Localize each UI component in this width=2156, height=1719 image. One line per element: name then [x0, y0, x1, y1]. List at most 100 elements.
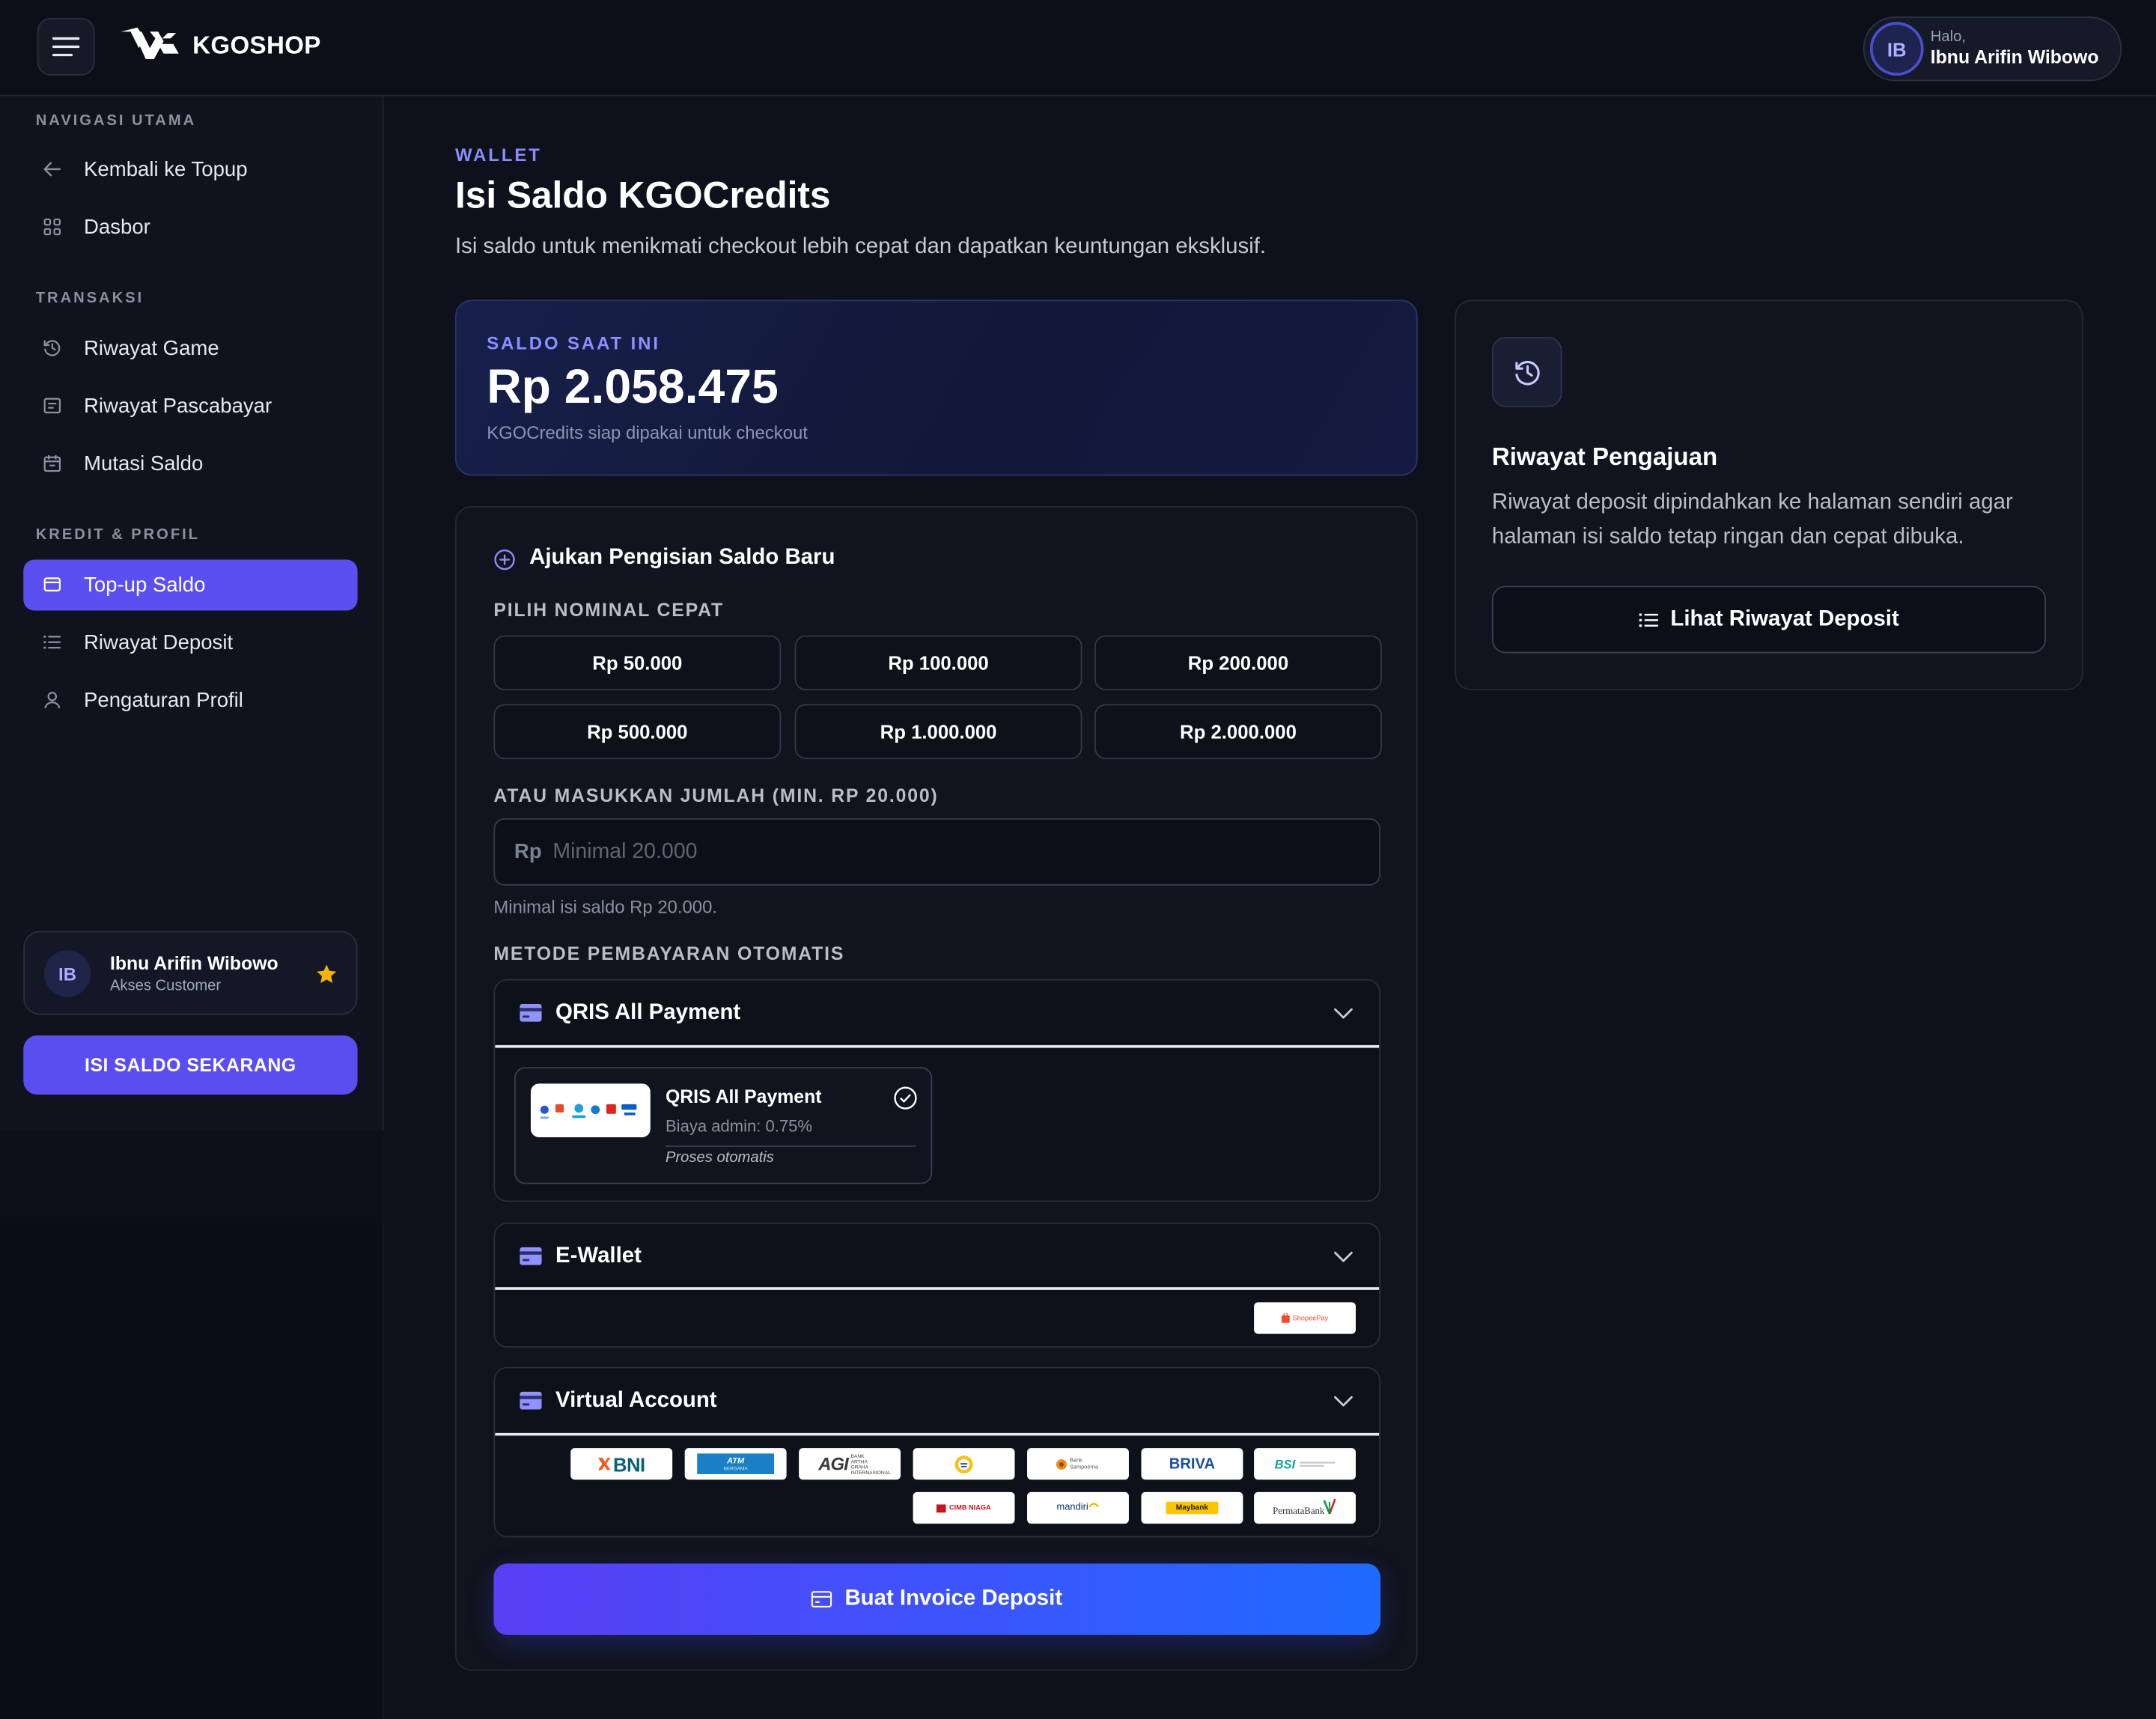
amount-input[interactable] — [552, 819, 1365, 885]
sidebar-item-game-history[interactable]: Riwayat Game — [23, 323, 357, 374]
sidebar-item-deposit-history[interactable]: Riwayat Deposit — [23, 617, 357, 668]
plus-circle-icon — [493, 549, 515, 571]
bank-emblem-logo[interactable] — [913, 1448, 1015, 1480]
payment-group-ewallet: E-Wallet ShopeePay — [493, 1222, 1381, 1348]
shopeepay-logo[interactable]: ShopeePay — [1254, 1302, 1356, 1334]
list-icon — [43, 633, 62, 652]
sidebar-item-label: Riwayat Pascabayar — [84, 394, 272, 418]
briva-logo[interactable]: BRIVA — [1141, 1448, 1243, 1480]
payment-option-name: QRIS All Payment — [665, 1086, 822, 1107]
logo-label: BSI — [1274, 1457, 1296, 1471]
sidebar-section-title: TRANSAKSI — [35, 290, 144, 307]
quick-amount-button[interactable]: Rp 2.000.000 — [1094, 704, 1382, 759]
history-card-description: Riwayat deposit dipindahkan ke halaman s… — [1491, 490, 2013, 549]
sampoerna-logo[interactable]: Bank Sampoerna — [1027, 1448, 1129, 1480]
accordion-title: E-Wallet — [555, 1244, 642, 1268]
balance-note: KGOCredits siap dipakai untuk checkout — [487, 422, 808, 443]
mandiri-logo[interactable]: mandiri — [1027, 1491, 1129, 1524]
logo-sublabel: BANK ARTHA GRAHA INTERNASIONAL — [850, 1452, 891, 1475]
top-bar: KGOSHOP IB Halo, Ibnu Arifin Wibowo — [0, 0, 2156, 97]
history-icon — [43, 338, 62, 358]
accordion-title: QRIS All Payment — [555, 1001, 741, 1025]
sidebar-empty-area — [0, 1223, 384, 1719]
agi-logo[interactable]: AGI BANK ARTHA GRAHA INTERNASIONAL — [799, 1448, 901, 1480]
logo-label: ShopeePay — [1292, 1313, 1329, 1323]
sidebar-item-label: Mutasi Saldo — [84, 451, 204, 475]
sidebar-item-profile-settings[interactable]: Pengaturan Profil — [23, 675, 357, 725]
logo-label: Bank Sampoerna — [1069, 1456, 1098, 1470]
app-root: KGOSHOP IB Halo, Ibnu Arifin Wibowo NAVI… — [0, 0, 2156, 1719]
wallet-icon — [43, 575, 62, 594]
logo-label: Maybank — [1175, 1503, 1209, 1512]
history-icon — [1491, 336, 1562, 407]
sidebar-item-balance-mutation[interactable]: Mutasi Saldo — [23, 438, 357, 489]
topup-now-button[interactable]: ISI SALDO SEKARANG — [23, 1035, 358, 1095]
sidebar-item-dashboard[interactable]: Dasbor — [23, 201, 357, 252]
avatar: IB — [43, 950, 91, 997]
logo-label: AGI — [818, 1453, 849, 1474]
sidebar-item-label: Riwayat Game — [84, 336, 219, 360]
create-deposit-invoice-button[interactable]: Buat Invoice Deposit — [493, 1563, 1381, 1635]
quick-amount-button[interactable]: Rp 200.000 — [1094, 635, 1382, 691]
accordion-header-virtual-account[interactable]: Virtual Account — [495, 1369, 1380, 1436]
balance-amount: Rp 2.058.475 — [487, 360, 779, 414]
quick-amount-button[interactable]: Rp 100.000 — [794, 635, 1082, 691]
bsi-logo[interactable]: BSI — [1254, 1448, 1356, 1480]
accordion-header-ewallet[interactable]: E-Wallet — [495, 1224, 1380, 1290]
payment-group-virtual-account: Virtual Account BNI ATM BERSAMA AGI BANK… — [493, 1366, 1381, 1538]
view-deposit-history-button[interactable]: Lihat Riwayat Deposit — [1491, 585, 2047, 654]
brand-name: KGOSHOP — [192, 31, 321, 59]
chevron-down-icon — [1333, 1393, 1354, 1410]
history-card-title: Riwayat Pengajuan — [1491, 442, 1718, 471]
page-subtitle: Isi saldo untuk menikmati checkout lebih… — [454, 235, 1267, 259]
quick-amount-button[interactable]: Rp 500.000 — [493, 704, 782, 759]
atm-bersama-logo[interactable]: ATM BERSAMA — [684, 1448, 787, 1480]
sidebar-item-postpaid-history[interactable]: Riwayat Pascabayar — [23, 380, 357, 431]
amount-field[interactable]: Rp — [493, 818, 1381, 886]
credit-card-icon — [811, 1591, 832, 1608]
bni-logo[interactable]: BNI — [570, 1448, 673, 1480]
sidebar-item-label: Dasbor — [84, 215, 150, 239]
user-icon — [43, 690, 62, 710]
user-menu[interactable]: IB Halo, Ibnu Arifin Wibowo — [1863, 16, 2122, 82]
balance-card: SALDO SAAT INI Rp 2.058.475 KGOCredits s… — [454, 299, 1418, 476]
permatabank-logo[interactable]: PermataBank — [1254, 1491, 1356, 1524]
kgoshop-logo-icon — [121, 27, 179, 64]
cimb-niaga-logo[interactable]: CIMB NIAGA — [913, 1491, 1015, 1524]
submission-history-card: Riwayat Pengajuan Riwayat deposit dipind… — [1455, 299, 2083, 691]
logo-label: BRIVA — [1169, 1455, 1216, 1473]
sidebar-footer-area — [0, 1130, 383, 1224]
sidebar-section-title: KREDIT & PROFIL — [35, 526, 200, 544]
quick-amount-button[interactable]: Rp 1.000.000 — [794, 704, 1082, 759]
check-circle-icon — [894, 1086, 917, 1110]
brand-logo[interactable]: KGOSHOP — [121, 21, 321, 70]
sidebar-item-label: Kembali ke Topup — [84, 157, 248, 181]
logo-sublabel: BERSAMA — [723, 1465, 748, 1471]
payment-methods-label: METODE PEMBAYARAN OTOMATIS — [493, 943, 845, 964]
quick-amount-label: PILIH NOMINAL CEPAT — [493, 599, 725, 621]
logo-label: mandiri — [1056, 1503, 1088, 1513]
maybank-logo[interactable]: Maybank — [1141, 1491, 1243, 1524]
accordion-title: Virtual Account — [555, 1389, 717, 1413]
custom-amount-label: ATAU MASUKKAN JUMLAH (MIN. RP 20.000) — [493, 785, 939, 806]
qris-partners-logo — [530, 1083, 651, 1137]
sidebar-item-back-to-topup[interactable]: Kembali ke Topup — [23, 144, 357, 195]
hamburger-icon — [52, 36, 80, 58]
page-eyebrow: WALLET — [454, 144, 542, 165]
logo-label: CIMB NIAGA — [949, 1503, 991, 1512]
logo-label: PermataBank — [1273, 1506, 1325, 1517]
payment-group-qris: QRIS All Payment QRIS All Payment Biaya … — [493, 979, 1381, 1202]
currency-prefix: Rp — [514, 840, 542, 864]
payment-option-process: Proses otomatis — [665, 1149, 774, 1166]
arrow-left-icon — [43, 159, 62, 179]
grid-icon — [43, 217, 62, 237]
sidebar-user-card[interactable]: IB Ibnu Arifin Wibowo Akses Customer — [23, 931, 358, 1015]
menu-toggle-button[interactable] — [37, 17, 95, 76]
sidebar-item-topup-balance[interactable]: Top-up Saldo — [23, 559, 358, 610]
accordion-header-qris[interactable]: QRIS All Payment — [495, 981, 1380, 1048]
receipt-icon — [43, 396, 62, 416]
payment-option-qris[interactable]: QRIS All Payment Biaya admin: 0.75% Pros… — [514, 1067, 933, 1184]
quick-amount-button[interactable]: Rp 50.000 — [493, 635, 782, 691]
form-title: Ajukan Pengisian Saldo Baru — [529, 546, 835, 570]
star-icon — [315, 963, 338, 986]
